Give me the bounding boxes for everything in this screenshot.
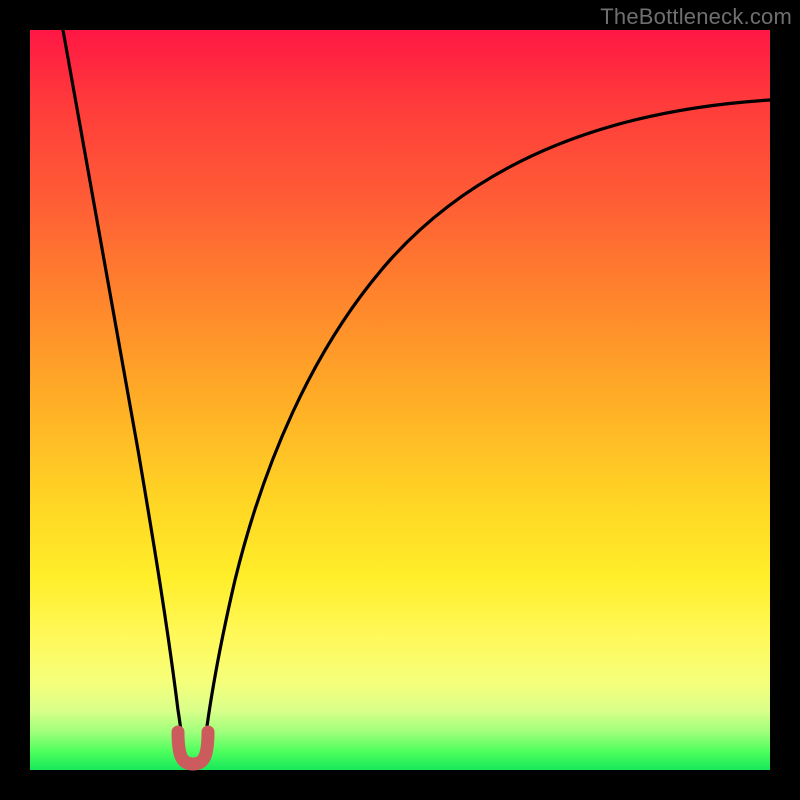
curve-right-branch <box>204 100 770 752</box>
bottleneck-curve <box>30 30 770 770</box>
plot-area <box>30 30 770 770</box>
watermark-text: TheBottleneck.com <box>600 4 792 30</box>
minimum-marker <box>178 732 208 764</box>
chart-frame: TheBottleneck.com <box>0 0 800 800</box>
curve-left-branch <box>63 30 183 752</box>
